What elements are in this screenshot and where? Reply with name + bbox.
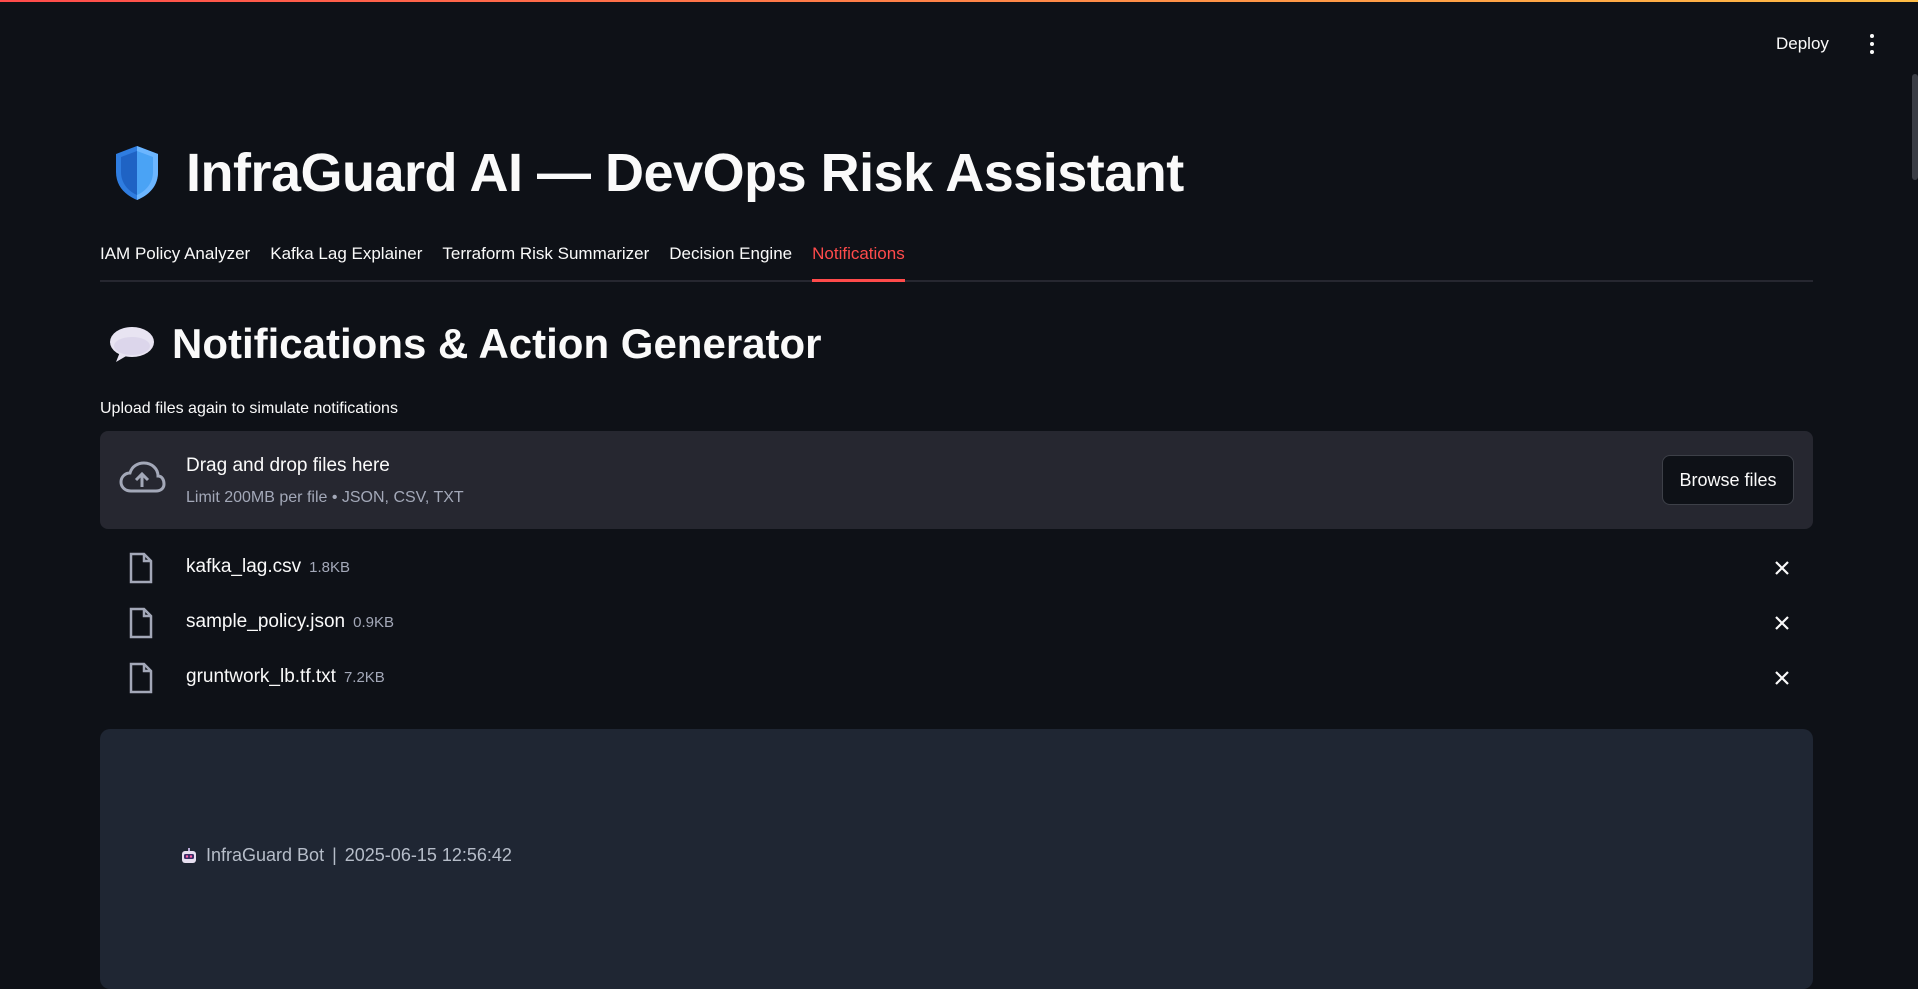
vertical-dots-icon[interactable] [1860, 28, 1884, 60]
list-item: kafka_lag.csv 1.8KB [100, 540, 1813, 595]
file-icon [129, 607, 153, 639]
file-size: 7.2KB [343, 669, 385, 686]
section-heading-row: Notifications & Action Generator [108, 320, 822, 368]
deploy-button[interactable]: Deploy [1768, 28, 1837, 60]
file-uploader-label: Upload files again to simulate notificat… [100, 400, 398, 417]
notification-card: InfraGuard Bot | 2025-06-15 12:56:42 [100, 729, 1813, 989]
bot-name: InfraGuard Bot [206, 845, 325, 865]
uploaded-file-list: kafka_lag.csv 1.8KB sample_policy.json 0.9… [100, 540, 1813, 705]
dropzone-limit-text: Limit 200MB per file • JSON, CSV, TXT [186, 489, 464, 506]
file-name: kafka_lag.csv 1.8KB [186, 556, 350, 577]
shield-icon [116, 146, 158, 200]
robot-icon [182, 847, 196, 863]
close-icon[interactable] [1772, 668, 1792, 688]
close-icon[interactable] [1772, 613, 1792, 633]
file-size: 1.8KB [309, 559, 350, 576]
tab-notifications[interactable]: Notifications [812, 232, 905, 282]
tab-bar: IAM Policy Analyzer Kafka Lag Explainer … [100, 232, 1813, 282]
file-size: 0.9KB [353, 614, 394, 631]
tab-decision-engine[interactable]: Decision Engine [669, 232, 792, 280]
file-dropzone[interactable]: Drag and drop files here Limit 200MB per… [100, 431, 1813, 529]
file-icon [129, 662, 153, 694]
file-name: sample_policy.json 0.9KB [186, 611, 394, 632]
list-item: sample_policy.json 0.9KB [100, 595, 1813, 650]
section-title: Notifications & Action Generator [172, 320, 822, 367]
file-icon [129, 552, 153, 584]
cloud-upload-icon [119, 461, 166, 493]
tab-kafka-lag-explainer[interactable]: Kafka Lag Explainer [270, 232, 422, 280]
page-title: InfraGuard AI — DevOps Risk Assistant [186, 143, 1184, 203]
list-item: gruntwork_lb.tf.txt 7.2KB [100, 650, 1813, 705]
app-header: Deploy [0, 2, 1918, 82]
file-name: gruntwork_lb.tf.txt 7.2KB [186, 666, 385, 687]
notification-meta: InfraGuard Bot | 2025-06-15 12:56:42 [180, 845, 512, 866]
page-title-row: InfraGuard AI — DevOps Risk Assistant [112, 142, 1184, 204]
tab-terraform-risk-summarizer[interactable]: Terraform Risk Summarizer [442, 232, 649, 280]
speech-balloon-icon [110, 327, 154, 362]
close-icon[interactable] [1772, 558, 1792, 578]
browse-files-button[interactable]: Browse files [1662, 455, 1794, 505]
dropzone-title: Drag and drop files here [186, 455, 390, 476]
tab-iam-policy-analyzer[interactable]: IAM Policy Analyzer [100, 232, 250, 280]
notification-timestamp: 2025-06-15 12:56:42 [344, 845, 512, 865]
scrollbar-thumb[interactable] [1912, 74, 1918, 180]
meta-separator: | [332, 845, 337, 865]
